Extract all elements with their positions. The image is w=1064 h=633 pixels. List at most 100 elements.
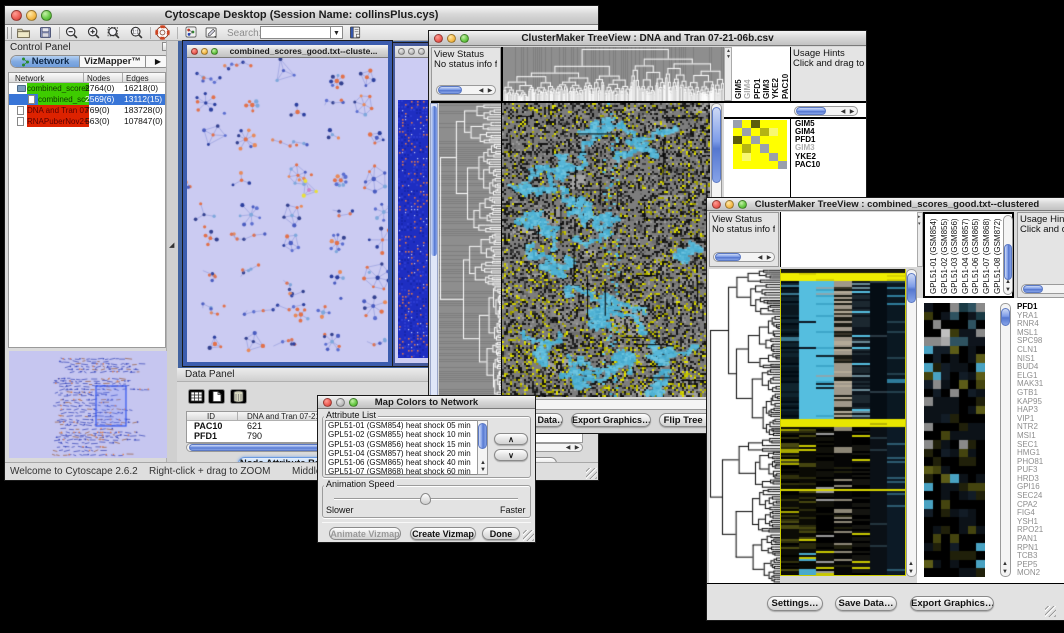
dp-col-id[interactable]: ID (207, 412, 215, 421)
dialog-titlebar[interactable]: Map Colors to Network (318, 396, 535, 409)
tab-vizmapper[interactable]: VizMapper™ (80, 56, 146, 67)
tv1-gene-tree-scrollbar[interactable] (430, 103, 438, 428)
scroll-up-icon[interactable]: ▲ (1004, 279, 1012, 285)
attribute-list-item[interactable]: GPL51-04 (GSM857) heat shock 20 min (328, 449, 477, 458)
search-input[interactable] (260, 26, 331, 39)
move-down-button[interactable]: ∨ (494, 449, 528, 461)
help-icon[interactable] (155, 25, 170, 40)
tv1-titlebar[interactable]: ClusterMaker TreeView : DNA and Tran 07-… (429, 31, 866, 46)
scroll-down-icon[interactable]: ▼ (479, 467, 487, 473)
tv2-save-data-button[interactable]: Save Data… (835, 596, 897, 611)
close-button[interactable] (11, 10, 22, 21)
animation-slider-thumb[interactable] (420, 493, 431, 505)
zoom-button[interactable] (41, 10, 52, 21)
scroll-right-icon[interactable]: ▶ (573, 445, 581, 451)
data-table-icon[interactable] (188, 389, 205, 404)
move-up-button[interactable]: ∧ (494, 433, 528, 445)
tv1-gene-dendrogram[interactable] (439, 103, 501, 397)
tv2-titlebar[interactable]: ClusterMaker TreeView : combined_scores_… (707, 198, 1064, 211)
delete-attribute-icon[interactable] (230, 389, 247, 404)
scroll-up-icon[interactable]: ▲ (1001, 561, 1009, 567)
scroll-down-icon[interactable]: ▼ (1004, 287, 1012, 293)
zoom-button[interactable] (211, 48, 218, 55)
attribute-list-item[interactable]: GPL51-03 (GSM856) heat shock 15 min (328, 440, 477, 449)
scroll-up-icon[interactable]: ▲ (907, 561, 915, 567)
scroll-left-icon[interactable]: ◀ (477, 88, 485, 94)
attribute-list-item[interactable]: GPL51-02 (GSM855) heat shock 10 min (328, 430, 477, 439)
close-button[interactable] (323, 398, 332, 407)
close-button[interactable] (712, 200, 721, 209)
search-dropdown-button[interactable]: ▼ (331, 26, 343, 39)
network-table-row[interactable]: RNAPuberNov2+M563(0)107847(0) (9, 116, 165, 127)
main-titlebar[interactable]: Cytoscape Desktop (Session Name: collins… (5, 6, 598, 25)
tv2-settings-button[interactable]: Settings… (767, 596, 823, 611)
zoom-actual-size-icon[interactable]: 1:1 (129, 25, 144, 40)
zoom-button[interactable] (738, 200, 747, 209)
usage-hints-scrollbar[interactable]: ◀ ▶ (794, 106, 858, 116)
scroll-down-icon[interactable]: ▼ (1001, 569, 1009, 575)
tv2-export-graphics-button[interactable]: Export Graphics… (910, 596, 994, 611)
tv2-column-labels-scrollbar[interactable]: ▲ ▼ (1003, 215, 1013, 295)
tab-network[interactable]: Network (11, 56, 80, 67)
new-attribute-icon[interactable] (208, 389, 225, 404)
resize-grip[interactable] (523, 530, 534, 541)
attribute-list[interactable]: GPL51-01 (GSM854) heat shock 05 minGPL51… (325, 420, 478, 475)
tv1-similarity-matrix[interactable] (733, 120, 787, 169)
done-button[interactable]: Done (482, 527, 520, 540)
minimize-button[interactable] (26, 10, 37, 21)
network-table-row[interactable]: combined_scores_good.txt--clustered2569(… (9, 94, 165, 105)
attribute-list-scrollbar[interactable]: ▲ ▼ (477, 420, 488, 475)
birdseye-overview[interactable] (9, 351, 167, 458)
network-canvas[interactable] (187, 58, 388, 362)
scroll-up-icon[interactable]: ▲ (479, 460, 487, 466)
close-button[interactable] (398, 48, 405, 55)
toolbar-drag-handle[interactable] (7, 27, 12, 39)
close-button[interactable] (434, 34, 443, 43)
resize-grip[interactable] (586, 468, 597, 479)
tv1-export-graphics-button[interactable]: Export Graphics… (571, 413, 651, 427)
zoom-selected-icon[interactable] (106, 25, 121, 40)
scroll-left-icon[interactable]: ◀ (839, 109, 847, 115)
minimize-button[interactable] (447, 34, 456, 43)
minimize-button[interactable] (201, 48, 208, 55)
tv2-gene-dendrogram[interactable] (709, 269, 780, 583)
network-table-row[interactable]: DNA and Tran 07-21-06b.csv769(0)183728(0… (9, 105, 165, 116)
network-table-row[interactable]: combined_scores_good.txt2764(0)16218(0) (9, 83, 165, 94)
minimize-button[interactable] (725, 200, 734, 209)
zoom-button[interactable] (349, 398, 358, 407)
view-status-scrollbar[interactable]: ◀ ▶ (436, 85, 496, 95)
zoom-button[interactable] (460, 34, 469, 43)
tv1-heatmap[interactable] (502, 103, 710, 397)
view-status-scrollbar[interactable]: ◀ ▶ (713, 252, 775, 262)
tv2-zoom-vscrollbar[interactable]: ▲ ▼ (1000, 303, 1011, 577)
attribute-list-item[interactable]: GPL51-07 (GSM868) heat shock 60 min (328, 467, 477, 475)
search-index-icon[interactable] (348, 25, 363, 40)
network-canvas-dense[interactable] (398, 100, 431, 358)
minimize-button[interactable] (408, 48, 415, 55)
open-file-icon[interactable] (16, 25, 31, 40)
close-button[interactable] (191, 48, 198, 55)
scroll-down-icon[interactable]: ▼ (907, 569, 915, 575)
scroll-right-icon[interactable]: ▶ (765, 255, 773, 261)
tv1-dendro-scrollbar[interactable]: ▲ ▼ (724, 47, 732, 101)
scroll-right-icon[interactable]: ▶ (848, 109, 856, 115)
annotation-icon[interactable] (204, 25, 219, 40)
scroll-left-icon[interactable]: ◀ (564, 445, 572, 451)
zoom-in-icon[interactable] (86, 25, 101, 40)
attribute-list-item[interactable]: GPL51-01 (GSM854) heat shock 05 min (328, 421, 477, 430)
netwin1-titlebar[interactable]: combined_scores_good.txt--cluste... (187, 45, 388, 58)
save-session-icon[interactable] (38, 25, 53, 40)
animate-vizmap-button[interactable]: Animate Vizmap (329, 527, 401, 540)
network-manager-icon[interactable] (184, 25, 198, 39)
tv2-heatmap[interactable] (780, 269, 906, 576)
scroll-right-icon[interactable]: ▶ (486, 88, 494, 94)
col-nodes[interactable]: Nodes (87, 74, 110, 83)
usage-hints-scrollbar[interactable] (1021, 284, 1064, 294)
tv2-heatmap-vscrollbar[interactable]: ▲ ▼ (906, 269, 917, 577)
zoom-button[interactable] (418, 48, 425, 55)
tv1-column-dendrogram[interactable] (503, 47, 724, 101)
col-edges[interactable]: Edges (126, 74, 149, 83)
create-vizmap-button[interactable]: Create Vizmap (410, 527, 476, 540)
tv2-zoom-heatmap[interactable] (924, 303, 985, 577)
minimize-button[interactable] (336, 398, 345, 407)
